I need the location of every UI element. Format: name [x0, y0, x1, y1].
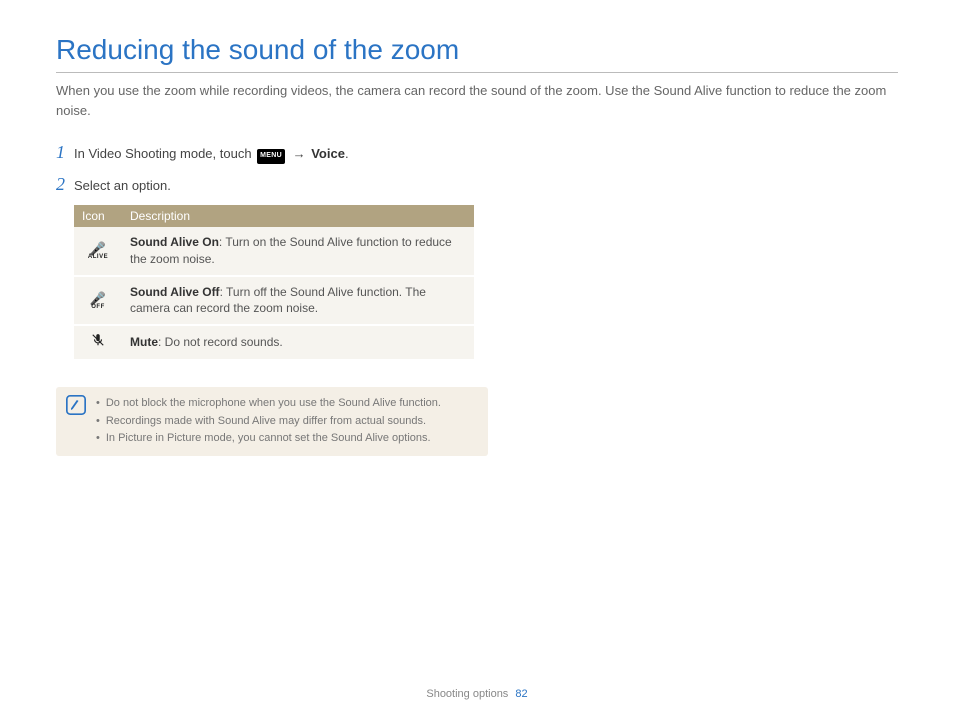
arrow-icon: → [289, 146, 309, 161]
title-rule [56, 72, 898, 73]
table-row: 🎤OFF Sound Alive Off: Turn off the Sound… [74, 277, 474, 325]
table-header-row: Icon Description [74, 205, 474, 227]
sound-alive-off-icon: 🎤OFF [74, 277, 122, 325]
footer-section: Shooting options [426, 688, 508, 700]
row-desc: Sound Alive On: Turn on the Sound Alive … [122, 227, 474, 275]
header-description: Description [122, 205, 474, 227]
row-desc: Mute: Do not record sounds. [122, 326, 474, 359]
note-item: Do not block the microphone when you use… [96, 395, 441, 413]
sound-alive-on-icon: 🎤ALIVE [74, 227, 122, 275]
voice-label: Voice [311, 146, 345, 161]
table-row: Mute: Do not record sounds. [74, 326, 474, 359]
header-icon: Icon [74, 205, 122, 227]
step-number: 2 [56, 174, 74, 195]
mic-mute-icon [91, 333, 105, 347]
note-icon [66, 395, 86, 415]
page-title: Reducing the sound of the zoom [56, 34, 898, 66]
step-1-pre: In Video Shooting mode, touch [74, 146, 255, 161]
mute-icon [74, 326, 122, 359]
note-item: Recordings made with Sound Alive may dif… [96, 413, 441, 431]
note-box: Do not block the microphone when you use… [56, 387, 488, 456]
step-2: 2 Select an option. [56, 174, 486, 196]
step-1: 1 In Video Shooting mode, touch MENU → V… [56, 142, 486, 164]
manual-page: Reducing the sound of the zoom When you … [0, 0, 954, 720]
menu-icon: MENU [257, 149, 285, 164]
row-desc: Sound Alive Off: Turn off the Sound Aliv… [122, 277, 474, 325]
table-row: 🎤ALIVE Sound Alive On: Turn on the Sound… [74, 227, 474, 275]
note-item: In Picture in Picture mode, you cannot s… [96, 430, 441, 448]
note-list: Do not block the microphone when you use… [96, 395, 441, 448]
step-2-text: Select an option. [74, 174, 171, 196]
step-number: 1 [56, 142, 74, 163]
step-1-text: In Video Shooting mode, touch MENU → Voi… [74, 142, 349, 164]
page-number: 82 [515, 688, 527, 700]
content-column: 1 In Video Shooting mode, touch MENU → V… [56, 142, 486, 456]
period: . [345, 146, 349, 161]
intro-text: When you use the zoom while recording vi… [56, 81, 898, 120]
options-table: Icon Description 🎤ALIVE Sound Alive On: … [74, 205, 474, 359]
page-footer: Shooting options 82 [0, 688, 954, 700]
